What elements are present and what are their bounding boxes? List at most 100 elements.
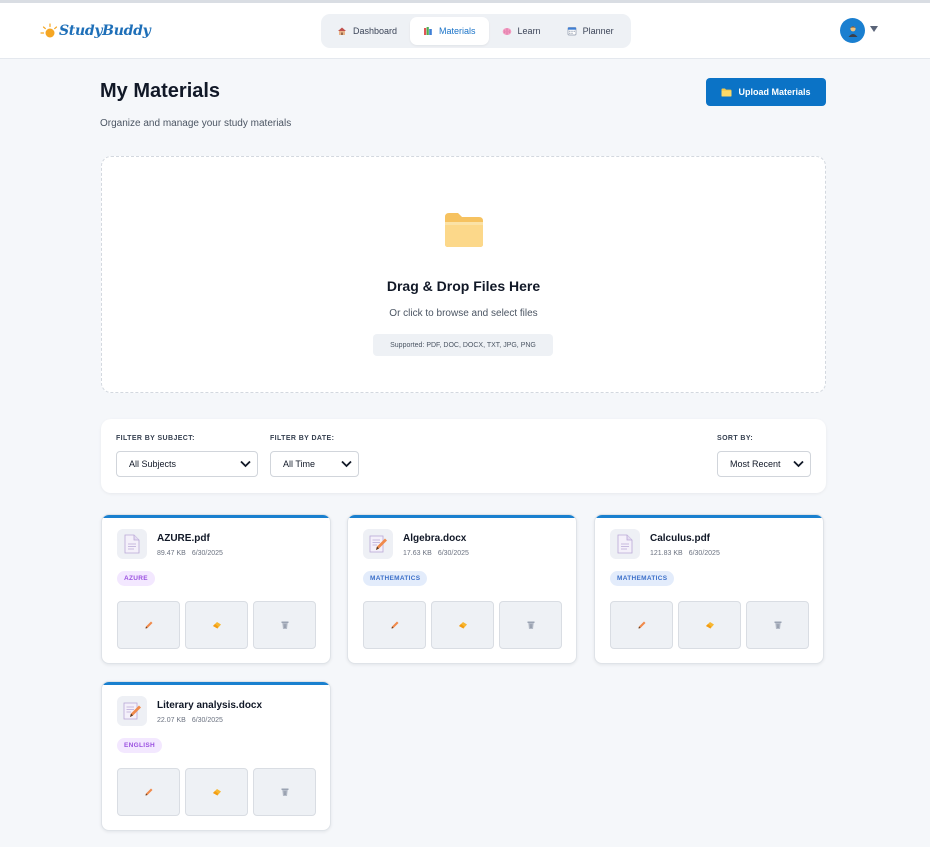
file-name[interactable]: Literary analysis.docx bbox=[157, 700, 262, 711]
subject-tag: AZURE bbox=[117, 571, 155, 586]
date-filter-label: FILTER BY DATE: bbox=[270, 435, 335, 442]
upload-button-label: Upload Materials bbox=[738, 87, 811, 97]
folder-icon bbox=[445, 213, 483, 247]
delete-button[interactable] bbox=[499, 601, 562, 649]
file-date: 6/30/2025 bbox=[191, 550, 223, 557]
eraser-icon bbox=[212, 789, 221, 796]
rename-button[interactable] bbox=[678, 601, 741, 649]
card-accent-bar bbox=[102, 515, 330, 518]
edit-button[interactable] bbox=[610, 601, 673, 649]
material-card[interactable]: AZURE.pdf 89.47 KB 6/30/2025 AZURE bbox=[101, 514, 331, 664]
nav-item-learn[interactable]: Learn bbox=[489, 17, 554, 45]
pencil-icon bbox=[391, 621, 398, 629]
page-title: My Materials bbox=[100, 80, 221, 102]
logo-wordmark: StudyBuddy bbox=[59, 23, 151, 39]
subject-filter-value: All Subjects bbox=[129, 459, 177, 469]
card-accent-bar bbox=[595, 515, 823, 518]
date-filter-value: All Time bbox=[283, 459, 316, 469]
material-card[interactable]: Algebra.docx 17.63 KB 6/30/2025 MATHEMATI… bbox=[347, 514, 577, 664]
file-meta: 22.07 KB 6/30/2025 bbox=[157, 717, 223, 724]
sort-select[interactable]: Most Recent bbox=[717, 451, 811, 477]
card-actions bbox=[117, 601, 316, 649]
subject-tag: MATHEMATICS bbox=[363, 571, 428, 586]
books-icon bbox=[424, 27, 432, 35]
nav-label: Planner bbox=[582, 26, 614, 36]
supported-formats-badge: Supported: PDF, DOC, DOCX, TXT, JPG, PNG bbox=[373, 334, 553, 356]
user-avatar-icon bbox=[848, 25, 857, 37]
document-icon bbox=[610, 529, 640, 559]
file-name[interactable]: Algebra.docx bbox=[403, 533, 466, 544]
delete-button[interactable] bbox=[746, 601, 809, 649]
nav-item-planner[interactable]: Planner bbox=[554, 17, 627, 45]
chevron-down-icon bbox=[240, 460, 251, 468]
chevron-down-icon bbox=[341, 460, 352, 468]
file-size: 17.63 KB bbox=[403, 550, 432, 557]
card-accent-bar bbox=[102, 682, 330, 685]
user-avatar[interactable] bbox=[840, 18, 865, 43]
app-header: StudyBuddy Dashboard Materials Learn Pla… bbox=[0, 3, 930, 59]
sun-logo-icon bbox=[40, 23, 58, 38]
page-subtitle: Organize and manage your study materials bbox=[100, 118, 292, 129]
delete-button[interactable] bbox=[253, 768, 316, 816]
file-date: 6/30/2025 bbox=[688, 550, 720, 557]
subject-tag: MATHEMATICS bbox=[610, 571, 675, 586]
nav-label: Learn bbox=[517, 26, 541, 36]
trash-icon bbox=[774, 621, 781, 629]
brain-icon bbox=[502, 28, 511, 35]
date-filter-select[interactable]: All Time bbox=[270, 451, 359, 477]
rename-button[interactable] bbox=[431, 601, 494, 649]
main-nav: Dashboard Materials Learn Planner bbox=[321, 14, 631, 48]
edit-button[interactable] bbox=[117, 768, 180, 816]
trash-icon bbox=[281, 788, 288, 796]
pencil-icon bbox=[638, 621, 645, 629]
filters-panel: FILTER BY SUBJECT: All Subjects FILTER B… bbox=[101, 419, 826, 493]
trash-icon bbox=[281, 621, 288, 629]
eraser-icon bbox=[458, 622, 467, 629]
nav-item-dashboard[interactable]: Dashboard bbox=[324, 17, 410, 45]
sort-value: Most Recent bbox=[730, 459, 781, 469]
file-dropzone[interactable]: Drag & Drop Files Here Or click to brows… bbox=[101, 156, 826, 393]
document-icon bbox=[117, 529, 147, 559]
upload-materials-button[interactable]: Upload Materials bbox=[706, 78, 826, 106]
dropzone-title: Drag & Drop Files Here bbox=[386, 278, 541, 294]
house-icon bbox=[338, 27, 346, 35]
file-meta: 121.83 KB 6/30/2025 bbox=[650, 550, 720, 557]
rename-button[interactable] bbox=[185, 601, 248, 649]
file-name[interactable]: AZURE.pdf bbox=[157, 533, 210, 544]
material-card[interactable]: Literary analysis.docx 22.07 KB 6/30/2025… bbox=[101, 681, 331, 831]
file-date: 6/30/2025 bbox=[437, 550, 469, 557]
file-size: 22.07 KB bbox=[157, 717, 186, 724]
file-size: 121.83 KB bbox=[650, 550, 683, 557]
card-accent-bar bbox=[348, 515, 576, 518]
nav-label: Materials bbox=[439, 26, 476, 36]
file-size: 89.47 KB bbox=[157, 550, 186, 557]
eraser-icon bbox=[212, 622, 221, 629]
folder-icon bbox=[721, 88, 732, 96]
calendar-icon bbox=[567, 27, 576, 36]
material-card[interactable]: Calculus.pdf 121.83 KB 6/30/2025 MATHEMAT… bbox=[594, 514, 824, 664]
file-name[interactable]: Calculus.pdf bbox=[650, 533, 710, 544]
delete-button[interactable] bbox=[253, 601, 316, 649]
nav-label: Dashboard bbox=[353, 26, 398, 36]
edit-button[interactable] bbox=[363, 601, 426, 649]
card-actions bbox=[610, 601, 809, 649]
nav-item-materials[interactable]: Materials bbox=[410, 17, 489, 45]
edit-button[interactable] bbox=[117, 601, 180, 649]
studybuddy-logo[interactable]: StudyBuddy bbox=[40, 17, 151, 45]
chevron-down-icon bbox=[793, 460, 804, 468]
memo-icon bbox=[117, 696, 147, 726]
sort-label: SORT BY: bbox=[717, 435, 754, 442]
file-meta: 89.47 KB 6/30/2025 bbox=[157, 550, 223, 557]
card-actions bbox=[117, 768, 316, 816]
user-menu-chevron-icon[interactable] bbox=[870, 26, 878, 32]
subject-filter-select[interactable]: All Subjects bbox=[116, 451, 258, 477]
card-actions bbox=[363, 601, 562, 649]
eraser-icon bbox=[705, 622, 714, 629]
pencil-icon bbox=[145, 788, 152, 796]
file-date: 6/30/2025 bbox=[191, 717, 223, 724]
file-meta: 17.63 KB 6/30/2025 bbox=[403, 550, 469, 557]
rename-button[interactable] bbox=[185, 768, 248, 816]
dropzone-subtitle: Or click to browse and select files bbox=[389, 308, 538, 319]
trash-icon bbox=[527, 621, 534, 629]
pencil-icon bbox=[145, 621, 152, 629]
